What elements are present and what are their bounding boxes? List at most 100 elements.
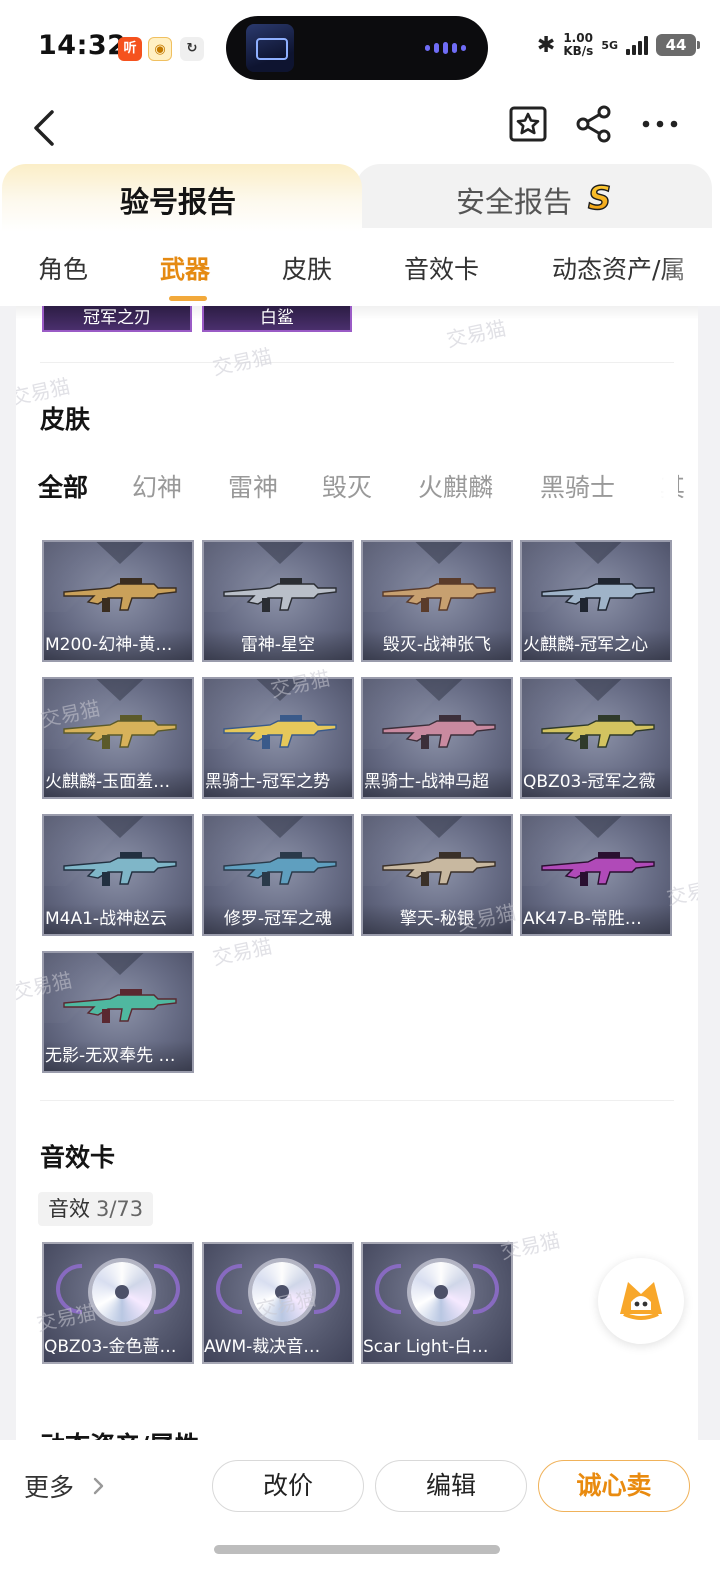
card-decor xyxy=(409,679,469,701)
sound-count-badge: 音效 3/73 xyxy=(38,1192,154,1226)
sell-sincerely-button[interactable]: 诚心卖 xyxy=(538,1460,690,1512)
svg-text:S: S xyxy=(588,180,611,214)
watermark: 交易猫 xyxy=(498,1227,563,1264)
filter-huanshen[interactable]: 幻神 xyxy=(132,468,182,504)
card-decor xyxy=(568,679,628,701)
skin-filter-bar: 全部 幻神 雷神 毁灭 火麒麟 黑骑士 其 xyxy=(38,468,685,508)
sync-app-icon: ↻ xyxy=(180,37,204,61)
card-decor xyxy=(250,542,310,564)
sound-badge-label: 音效 xyxy=(48,1197,90,1221)
card-decor xyxy=(216,1264,242,1314)
weapon-skin-icon xyxy=(223,852,337,886)
skin-card-label: 雷神-星空 xyxy=(204,630,352,660)
bottom-action-bar: 更多 改价 编辑 诚心卖 xyxy=(0,1440,720,1584)
section-divider xyxy=(40,1100,674,1101)
weapon-chip: 冠军之刃 xyxy=(42,306,192,332)
sound-card[interactable]: Scar Light-白… xyxy=(361,1242,513,1364)
favorite-star-icon[interactable] xyxy=(506,102,550,146)
skin-card-label: 黑骑士-战神马超 xyxy=(363,767,511,797)
chevron-right-icon xyxy=(93,1477,104,1495)
card-decor xyxy=(90,953,150,975)
more-button[interactable]: 更多 xyxy=(24,1468,74,1504)
card-decor xyxy=(154,1264,180,1314)
skin-card[interactable]: 火麒麟-冠军之心 xyxy=(520,540,672,662)
skin-card[interactable]: M200-幻神-黄… xyxy=(42,540,194,662)
tab-role[interactable]: 角色 xyxy=(38,250,88,286)
security-s-badge-icon: S xyxy=(587,180,611,214)
skin-card-label: AK47-B-常胜… xyxy=(522,904,670,934)
tab-verification-label: 验号报告 xyxy=(120,185,237,219)
card-decor xyxy=(90,542,150,564)
sound-cards-section-title: 音效卡 xyxy=(40,1143,116,1172)
skin-card-label: 毁灭-战神张飞 xyxy=(363,630,511,660)
filter-all[interactable]: 全部 xyxy=(38,468,88,504)
weapon-skin-icon xyxy=(382,852,496,886)
edit-button[interactable]: 编辑 xyxy=(375,1460,527,1512)
card-decor xyxy=(314,1264,340,1314)
skin-card[interactable]: QBZ03-冠军之薇 xyxy=(520,677,672,799)
filter-huoqilin[interactable]: 火麒麟 xyxy=(418,468,493,504)
status-bar: 14:32 听 ◉ ↻ ✱ 1.00 KB/s 5G 44 xyxy=(0,0,720,96)
tab-sound-card[interactable]: 音效卡 xyxy=(404,250,479,286)
audio-wave-icon xyxy=(425,42,466,54)
sound-card-label: QBZ03-金色蔷… xyxy=(44,1337,177,1357)
weapon-skin-icon xyxy=(541,578,655,612)
filter-huimie[interactable]: 毁灭 xyxy=(322,468,372,504)
watermark: 交易猫 xyxy=(444,315,509,352)
skin-card-label: QBZ03-冠军之薇 xyxy=(522,767,670,797)
weapon-skin-icon xyxy=(223,715,337,749)
report-content[interactable]: 冠军之刃 白鲨 交易猫 交易猫 交易猫 皮肤 全部 幻神 雷神 毁灭 火麒麟 黑… xyxy=(16,306,698,1440)
tab-weapon[interactable]: 武器 xyxy=(160,250,210,286)
weapon-chip: 白鲨 xyxy=(202,306,352,332)
edit-price-button[interactable]: 改价 xyxy=(212,1460,364,1512)
tab-skin[interactable]: 皮肤 xyxy=(282,250,332,286)
customer-service-button[interactable] xyxy=(598,1258,684,1344)
cd-disc-icon xyxy=(92,1262,152,1322)
tabs-fade-overlay xyxy=(660,232,720,306)
more-icon[interactable] xyxy=(638,102,682,146)
skin-card[interactable]: 毁灭-战神张飞 xyxy=(361,540,513,662)
card-decor xyxy=(409,816,469,838)
dynamic-island[interactable] xyxy=(226,16,488,80)
sound-card-label: AWM-裁决音… xyxy=(204,1337,321,1357)
skin-card-label: M4A1-战神赵云 xyxy=(44,904,192,934)
sound-card-label: Scar Light-白… xyxy=(363,1337,489,1357)
card-decor xyxy=(250,816,310,838)
weapon-skin-icon xyxy=(223,578,337,612)
back-icon[interactable] xyxy=(26,104,66,152)
skin-card[interactable]: 黑骑士-战神马超 xyxy=(361,677,513,799)
cat-mascot-icon xyxy=(620,1282,662,1320)
skin-card-label: M200-幻神-黄… xyxy=(44,630,192,660)
filter-heiqishi[interactable]: 黑骑士 xyxy=(540,468,615,504)
skins-section-title: 皮肤 xyxy=(40,405,91,434)
nav-bar xyxy=(0,96,720,162)
weapon-skin-icon xyxy=(541,715,655,749)
weapon-skin-icon xyxy=(382,715,496,749)
skin-card-label: 火麒麟-玉面羞… xyxy=(44,767,192,797)
share-icon[interactable] xyxy=(572,102,616,146)
filter-leishen[interactable]: 雷神 xyxy=(228,468,278,504)
weapon-skin-icon xyxy=(382,578,496,612)
skin-card[interactable]: 修罗-冠军之魂 xyxy=(202,814,354,936)
app-page: 14:32 听 ◉ ↻ ✱ 1.00 KB/s 5G 44 验号报告 安全报告 … xyxy=(0,0,720,1584)
card-decor xyxy=(473,1264,499,1314)
card-decor xyxy=(90,679,150,701)
skin-card-label: 修罗-冠军之魂 xyxy=(204,904,352,934)
media-thumbnail xyxy=(246,24,294,72)
weapon-skin-icon xyxy=(63,852,177,886)
watermark: 交易猫 xyxy=(210,933,275,970)
weapon-skin-icon xyxy=(63,578,177,612)
video-app-icon: ◉ xyxy=(148,37,172,61)
home-indicator[interactable] xyxy=(214,1545,500,1554)
dynamic-assets-section-title: 动态资产/属性 xyxy=(40,1426,199,1440)
speed-unit: KB/s xyxy=(563,44,594,58)
category-tabs: 角色 武器 皮肤 音效卡 动态资产/属 xyxy=(0,232,720,306)
weapon-skin-icon xyxy=(63,989,177,1023)
skin-card[interactable]: 雷神-星空 xyxy=(202,540,354,662)
music-app-icon: 听 xyxy=(118,37,142,61)
cd-disc-icon xyxy=(411,1262,471,1322)
sound-badge-count: 3/73 xyxy=(96,1197,144,1221)
skin-card[interactable]: 火麒麟-玉面羞… xyxy=(42,677,194,799)
skin-card[interactable]: M4A1-战神赵云 xyxy=(42,814,194,936)
skin-card[interactable]: AK47-B-常胜… xyxy=(520,814,672,936)
